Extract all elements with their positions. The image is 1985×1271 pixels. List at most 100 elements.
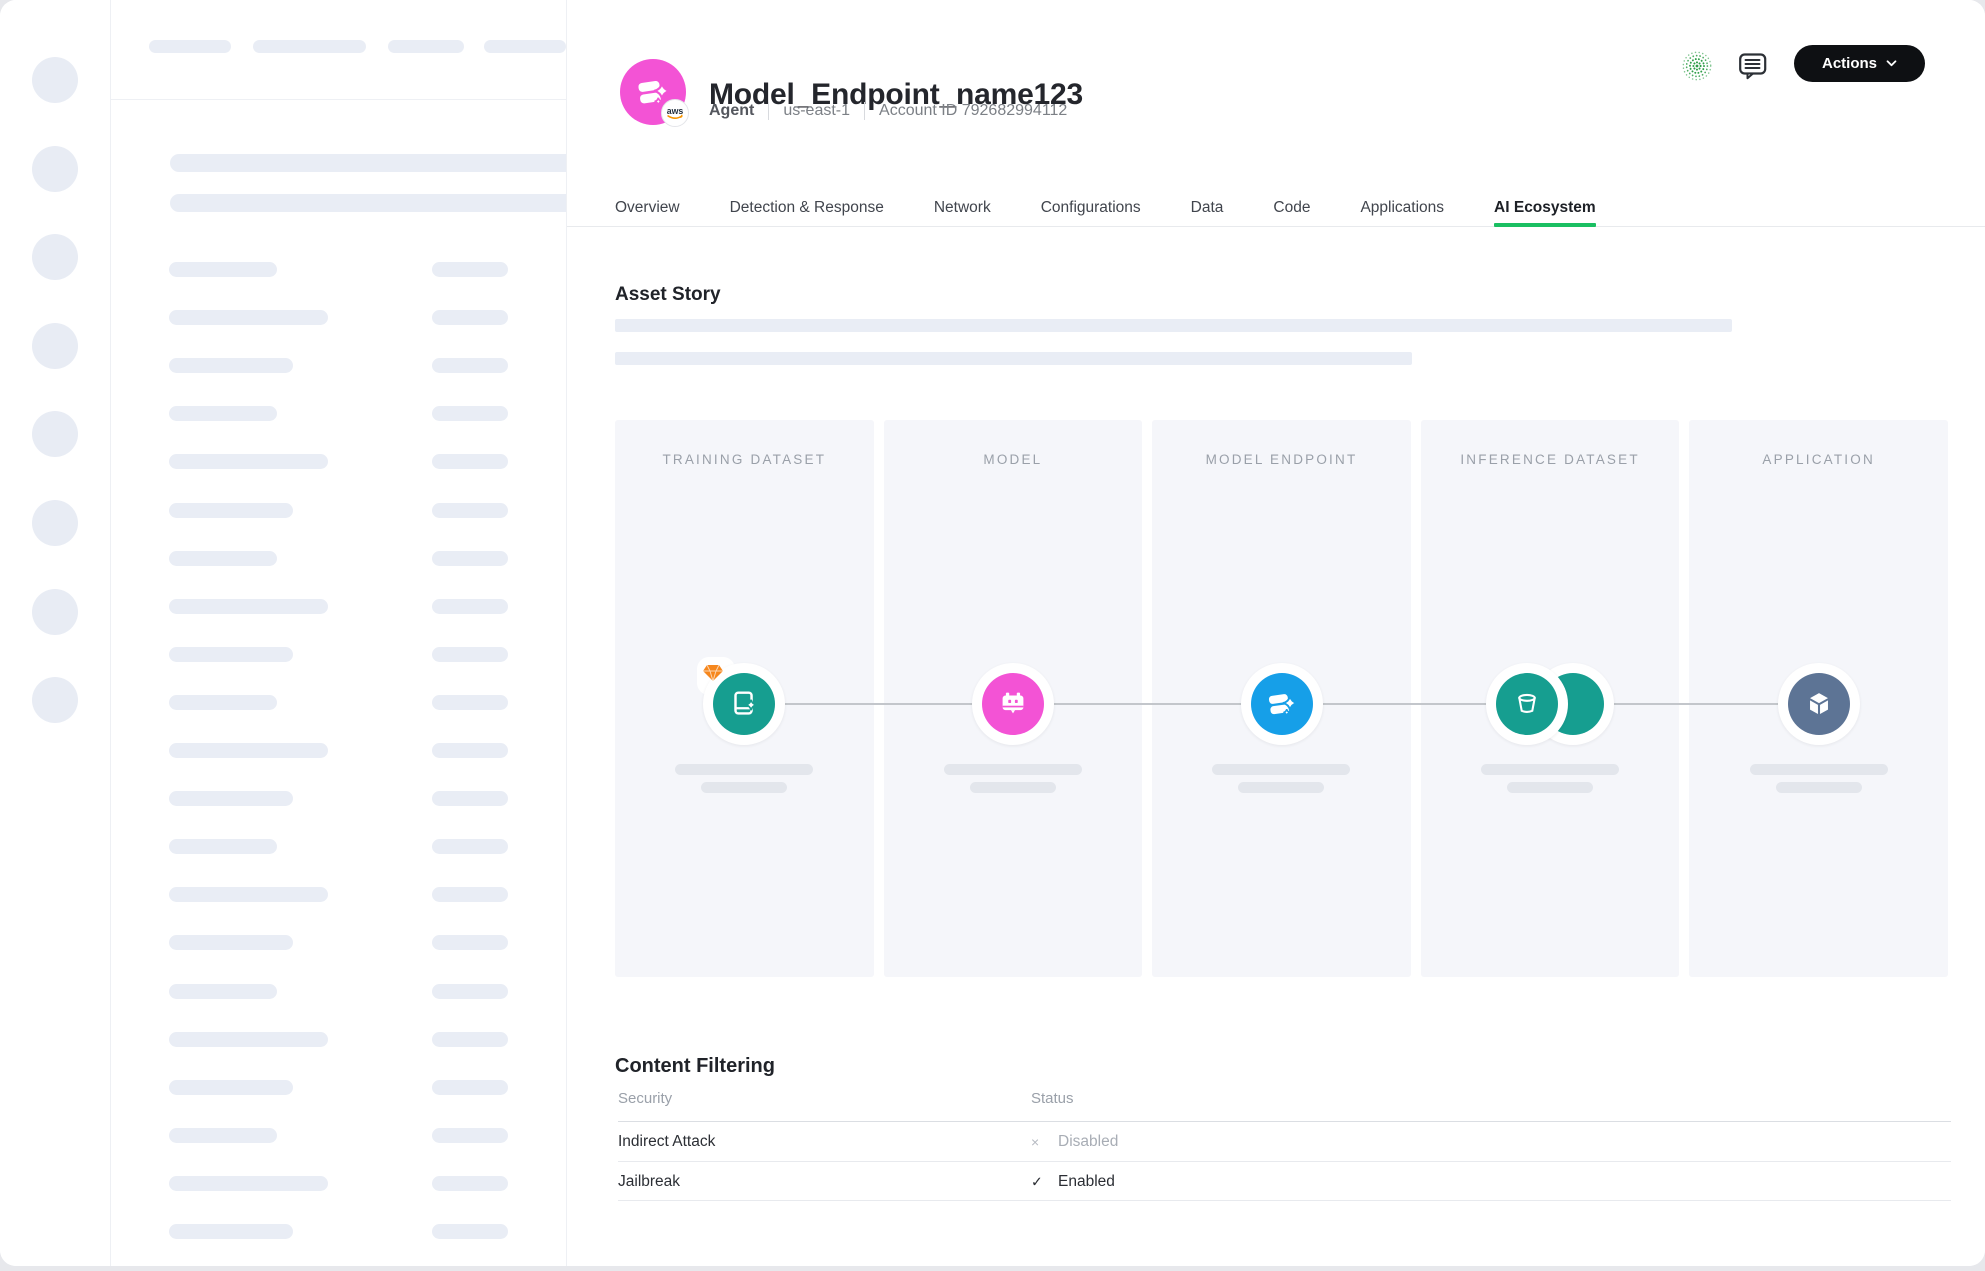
comments-button[interactable] xyxy=(1735,48,1771,84)
skeleton-row-label xyxy=(169,935,293,950)
tab-data[interactable]: Data xyxy=(1191,190,1224,226)
skeleton-row-value xyxy=(432,310,508,325)
skeleton-row-label xyxy=(169,454,328,469)
skeleton-pill xyxy=(253,40,366,53)
skeleton-caption-line xyxy=(970,782,1056,793)
skeleton-row-value xyxy=(432,454,508,469)
skeleton-row-label xyxy=(169,503,293,518)
scan-burst-button[interactable] xyxy=(1679,48,1715,84)
skeleton-row-value xyxy=(432,1176,508,1191)
tab-network[interactable]: Network xyxy=(934,190,991,226)
skeleton-row-label xyxy=(169,1224,293,1239)
aws-badge: aws xyxy=(661,99,689,127)
robot-icon xyxy=(996,687,1030,721)
skeleton-row-value xyxy=(432,791,508,806)
tab-code[interactable]: Code xyxy=(1273,190,1310,226)
content-filtering-table: Security Status Indirect Attack × Disabl… xyxy=(618,1090,1951,1200)
table-row: Jailbreak ✓ Enabled xyxy=(618,1162,1951,1201)
region-label: us-east-1 xyxy=(783,102,850,120)
skeleton-caption-line xyxy=(1776,782,1862,793)
skeleton-pill xyxy=(388,40,464,53)
skeleton-caption-line xyxy=(1750,764,1888,775)
book-sparkle-icon xyxy=(727,687,761,721)
divider xyxy=(618,1200,1951,1201)
tab-detection-response[interactable]: Detection & Response xyxy=(730,190,884,226)
skeleton-row-value xyxy=(432,262,508,277)
skeleton-row-value xyxy=(432,551,508,566)
stage-label: MODEL xyxy=(884,452,1143,467)
rail-avatar-skeleton xyxy=(32,500,78,546)
asset-meta: Agent us-east-1 Account ID 792682994112 xyxy=(709,102,1067,120)
skeleton-row-label xyxy=(169,984,277,999)
skeleton-bar-wide xyxy=(170,154,566,172)
skeleton-row-label xyxy=(169,1128,277,1143)
skeleton-row-value xyxy=(432,599,508,614)
status-value: Enabled xyxy=(1058,1173,1115,1191)
chevron-down-icon xyxy=(1886,60,1897,67)
skeleton-row-label xyxy=(169,695,277,710)
inference-dataset-node[interactable] xyxy=(1486,663,1568,745)
left-rail xyxy=(0,0,111,1266)
skeleton-row-value xyxy=(432,1032,508,1047)
tab-applications[interactable]: Applications xyxy=(1360,190,1444,226)
skeleton-row-label xyxy=(169,406,277,421)
skeleton-row-label xyxy=(169,310,328,325)
skeleton-caption-line xyxy=(675,764,813,775)
account-id-label: Account ID 792682994112 xyxy=(879,102,1067,120)
skeleton-row-label xyxy=(169,791,293,806)
status-value: Disabled xyxy=(1058,1133,1118,1151)
skeleton-caption-line xyxy=(701,782,787,793)
skeleton-row-value xyxy=(432,839,508,854)
rail-avatar-skeleton xyxy=(32,57,78,103)
actions-button[interactable]: Actions xyxy=(1794,45,1925,82)
skeleton-row-label xyxy=(169,743,328,758)
rail-avatar-skeleton xyxy=(32,234,78,280)
skeleton-text-line xyxy=(615,352,1412,365)
security-name: Jailbreak xyxy=(618,1173,680,1191)
layers-sparkle-icon xyxy=(1265,687,1299,721)
skeleton-text-line xyxy=(615,319,1732,332)
skeleton-row-label xyxy=(169,839,277,854)
main-panel: aws Model_Endpoint_name123 Agent us-east… xyxy=(567,0,1985,1266)
model-node[interactable] xyxy=(972,663,1054,745)
rail-avatar-skeleton xyxy=(32,411,78,457)
skeleton-caption-line xyxy=(1481,764,1619,775)
column-header-status: Status xyxy=(1031,1090,1074,1107)
tab-ai-ecosystem[interactable]: AI Ecosystem xyxy=(1494,190,1596,226)
asset-tabs: Overview Detection & Response Network Confi… xyxy=(567,190,1985,227)
asset-type-label: Agent xyxy=(709,102,754,120)
cube-icon xyxy=(1802,687,1836,721)
skeleton-caption-line xyxy=(1212,764,1350,775)
green-dotted-burst-icon xyxy=(1679,48,1715,84)
table-row: Indirect Attack × Disabled xyxy=(618,1122,1951,1161)
skeleton-row-value xyxy=(432,503,508,518)
application-node[interactable] xyxy=(1778,663,1860,745)
skeleton-row-value xyxy=(432,1224,508,1239)
bucket-icon xyxy=(1510,687,1544,721)
aws-badge-text: aws xyxy=(667,106,684,116)
model-endpoint-node[interactable] xyxy=(1241,663,1323,745)
training-dataset-node[interactable] xyxy=(703,663,785,745)
security-name: Indirect Attack xyxy=(618,1133,715,1151)
skeleton-caption-line xyxy=(1507,782,1593,793)
rail-avatar-skeleton xyxy=(32,589,78,635)
divider xyxy=(864,102,865,120)
enabled-check-icon: ✓ xyxy=(1031,1173,1043,1190)
tab-overview[interactable]: Overview xyxy=(615,190,680,226)
skeleton-row-value xyxy=(432,647,508,662)
skeleton-row-value xyxy=(432,935,508,950)
divider xyxy=(768,102,769,120)
rail-avatar-skeleton xyxy=(32,677,78,723)
skeleton-row-label xyxy=(169,262,277,277)
content-filtering-heading: Content Filtering xyxy=(615,1055,775,1078)
stage-label: TRAINING DATASET xyxy=(615,452,874,467)
tab-configurations[interactable]: Configurations xyxy=(1041,190,1141,226)
skeleton-row-label xyxy=(169,1032,328,1047)
skeleton-row-label xyxy=(169,599,328,614)
skeleton-caption-line xyxy=(1238,782,1324,793)
app-window: aws Model_Endpoint_name123 Agent us-east… xyxy=(0,0,1985,1266)
ai-pipeline: TRAINING DATASET MODEL MODEL ENDPOINT IN… xyxy=(615,420,1948,977)
stage-label: MODEL ENDPOINT xyxy=(1152,452,1411,467)
skeleton-pill xyxy=(484,40,566,53)
skeleton-row-value xyxy=(432,1080,508,1095)
